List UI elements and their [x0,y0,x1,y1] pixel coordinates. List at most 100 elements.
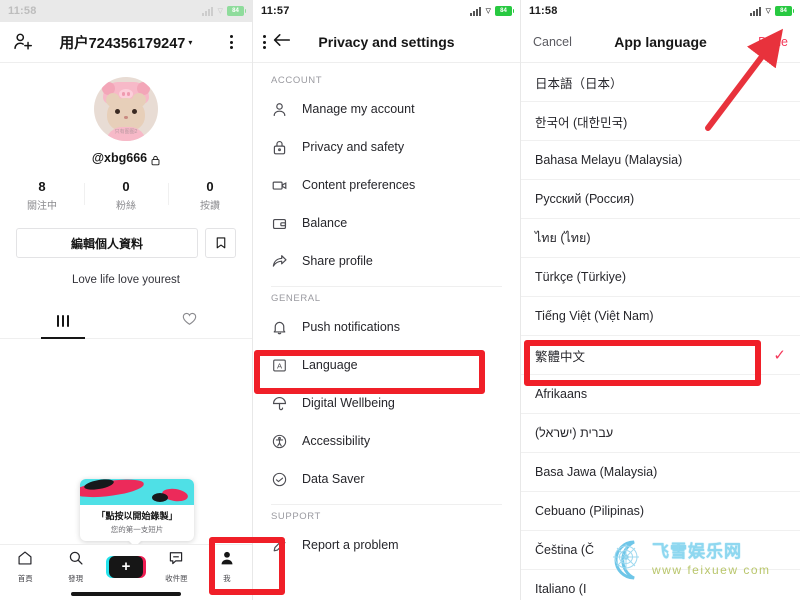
tooltip-subtitle: 您的第一支短片 [110,525,164,534]
watermark-cn: 飞雪娱乐网 [652,542,742,561]
settings-panel: 11:57 ▿ 84 Privacy and settings ACCOUNT [252,0,520,600]
inbox-icon [168,550,184,571]
add-person-icon[interactable] [12,31,34,53]
settings-row-privacy-safety[interactable]: Privacy and safety [253,128,520,166]
nav-label: 收件匣 [165,573,188,583]
signal-icon [202,6,214,16]
data-saver-icon [271,471,288,488]
stat-value: 0 [206,179,214,194]
language-row[interactable]: ไทย (ไทย) [521,219,800,258]
search-icon [68,550,84,571]
tab-videos-grid[interactable] [0,304,126,338]
kebab-menu-icon[interactable] [222,33,240,51]
settings-row-label: Report a problem [302,538,399,552]
language-row-selected[interactable]: 繁體中文 ✓ [521,336,800,375]
edit-profile-button[interactable]: 編輯個人資料 [16,228,198,258]
language-row[interactable]: עברית (ישראל) [521,414,800,453]
profile-username: 用户724356179247 [59,35,186,52]
settings-row-balance[interactable]: Balance [253,204,520,242]
tab-liked[interactable] [126,304,252,338]
language-panel: 11:58 ▿ 84 Cancel App language Done 日本語（… [520,0,800,600]
section-label-support: SUPPORT [271,511,321,522]
section-label-account: ACCOUNT [271,75,323,86]
accessibility-icon [271,433,288,450]
stat-following[interactable]: 8 關注中 [0,179,84,212]
nav-label: 發現 [68,573,84,583]
settings-row-manage-account[interactable]: Manage my account [253,90,520,128]
statusbar-icons: ▿ 84 [470,4,514,17]
language-header: Cancel App language Done [521,22,800,62]
language-label: Basa Jawa (Malaysia) [535,465,658,479]
settings-header: Privacy and settings [253,22,520,62]
umbrella-icon [271,395,288,412]
language-row[interactable]: Afrikaans [521,375,800,414]
screenshot-root: 11:58 ▿ 84 用户724356179247 ▾ 只有图图2 @xbg66… [0,0,800,600]
settings-row-share-profile[interactable]: Share profile [253,242,520,280]
lock-icon [151,153,160,165]
language-row[interactable]: Basa Jawa (Malaysia) [521,453,800,492]
nav-item-inbox[interactable]: 收件匣 [151,550,201,584]
settings-row-content-preferences[interactable]: Content preferences [253,166,520,204]
language-row[interactable]: Bahasa Melayu (Malaysia) [521,141,800,180]
settings-row-label: Digital Wellbeing [302,396,395,410]
language-row[interactable]: Русский (Россия) [521,180,800,219]
language-list: 日本語（日本） 한국어 (대한민국) Bahasa Melayu (Malays… [521,62,800,600]
language-statusbar: 11:58 ▿ 84 [521,0,800,22]
settings-row-data-saver[interactable]: Data Saver [253,460,520,498]
language-label: Русский (Россия) [535,192,635,206]
stat-followers[interactable]: 0 粉絲 [84,179,168,212]
stat-label: 粉絲 [116,201,136,212]
language-label: Tiếng Việt (Việt Nam) [535,309,654,323]
signal-icon [750,6,762,16]
settings-row-label: Language [302,358,358,372]
plus-icon[interactable]: + [106,555,147,578]
nav-item-discover[interactable]: 發現 [50,550,100,584]
record-tooltip[interactable]: 「點按以開始錄製」 您的第一支短片 [80,479,194,547]
bottom-nav: 首頁 發現 + 收件匣 我 [0,544,252,588]
section-label-general: GENERAL [271,293,321,304]
settings-row-accessibility[interactable]: Accessibility [253,422,520,460]
settings-row-digital-wellbeing[interactable]: Digital Wellbeing [253,384,520,422]
language-label: 한국어 (대한민국) [535,115,628,130]
settings-row-language[interactable]: A Language [253,346,520,384]
statusbar-time: 11:57 [261,5,290,17]
language-row[interactable]: Cebuano (Pilipinas) [521,492,800,531]
handle-row: @xbg666 [0,151,252,165]
nav-item-profile[interactable]: 我 [202,550,252,584]
language-label: 日本語（日本） [535,76,623,91]
battery-icon: 84 [775,6,794,16]
person-icon [271,101,288,118]
nav-label: 首頁 [17,573,33,583]
profile-panel: 11:58 ▿ 84 用户724356179247 ▾ 只有图图2 @xbg66… [0,0,252,600]
page-title[interactable]: 用户724356179247 ▾ [0,32,252,53]
done-button[interactable]: Done [758,35,788,49]
check-icon: ✓ [773,347,786,364]
language-label: Türkçe (Türkiye) [535,270,626,284]
language-row[interactable]: Türkçe (Türkiye) [521,258,800,297]
stat-likes[interactable]: 0 按讚 [168,179,252,212]
language-row[interactable]: 한국어 (대한민국) [521,102,800,141]
language-row[interactable]: Tiếng Việt (Việt Nam) [521,297,800,336]
bookmark-button[interactable] [205,228,236,258]
settings-row-report-problem[interactable]: Report a problem [253,526,520,564]
settings-row-label: Privacy and safety [302,140,405,154]
watermark-logo-icon [613,540,639,580]
wallet-icon [271,215,288,232]
avatar[interactable]: 只有图图2 [94,77,158,141]
signal-icon [470,6,482,16]
chevron-down-icon: ▾ [188,37,193,47]
watermark-text: 飞雪娱乐网 www feixuew com [652,543,771,577]
grid-icon [56,315,70,327]
letter-a-icon: A [271,357,288,374]
nav-item-home[interactable]: 首頁 [0,550,50,584]
profile-header: 用户724356179247 ▾ [0,22,252,62]
language-row[interactable]: 日本語（日本） [521,63,800,102]
settings-row-label: Balance [302,216,348,230]
settings-statusbar: 11:57 ▿ 84 [253,0,520,22]
section-divider [271,504,502,505]
settings-row-push-notifications[interactable]: Push notifications [253,308,520,346]
wifi-icon: ▿ [485,4,491,17]
nav-item-create[interactable]: + [101,555,151,578]
language-label: Afrikaans [535,387,588,401]
watermark-url: www feixuew com [652,563,771,577]
